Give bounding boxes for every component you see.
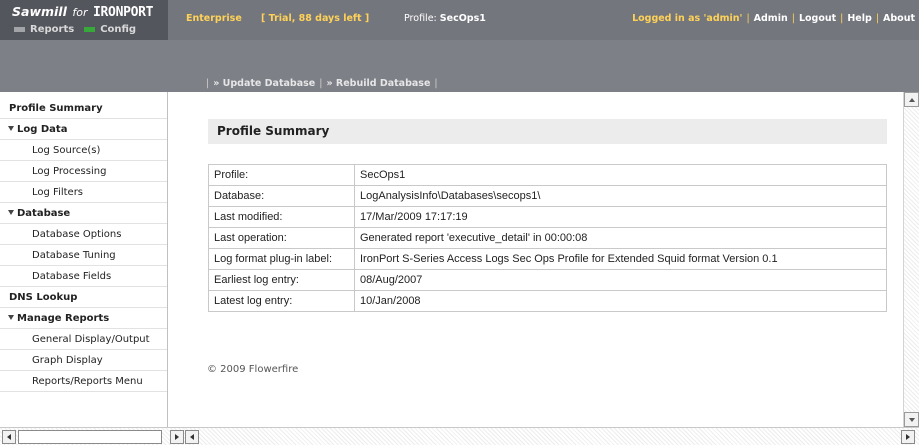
- row-key: Database:: [208, 185, 355, 207]
- row-value: IronPort S-Series Access Logs Sec Ops Pr…: [354, 248, 887, 270]
- sidebar-section-log-data[interactable]: Log Data: [0, 119, 167, 140]
- nav-config[interactable]: Config: [84, 24, 136, 35]
- table-row: Latest log entry: 10/Jan/2008: [208, 290, 887, 312]
- profile-label: Profile:: [404, 13, 437, 24]
- arrow-right-icon: [906, 434, 910, 440]
- database-actions: | » Update Database | » Rebuild Database…: [206, 78, 438, 89]
- sidebar-item-database-options[interactable]: Database Options: [0, 224, 167, 245]
- row-value: 17/Mar/2009 17:17:19: [354, 206, 887, 228]
- table-row: Last operation: Generated report 'execut…: [208, 227, 887, 249]
- sidebar-item-general-display-output[interactable]: General Display/Output: [0, 329, 167, 350]
- table-row: Database: LogAnalysisInfo\Databases\seco…: [208, 185, 887, 207]
- sidebar-horizontal-scrollbar[interactable]: [0, 427, 185, 445]
- user-bar: Logged in as 'admin' | Admin | Logout | Hel…: [632, 13, 915, 24]
- logo-ironport: IRONPORT: [93, 5, 154, 20]
- sidebar-item-log-sources[interactable]: Log Source(s): [0, 140, 167, 161]
- arrow-up-icon: [908, 97, 915, 102]
- update-database-link[interactable]: » Update Database: [213, 78, 315, 89]
- grey-bar-icon: [14, 27, 25, 32]
- logout-link[interactable]: Logout: [799, 13, 836, 24]
- about-link[interactable]: About: [883, 13, 915, 24]
- table-row: Earliest log entry: 08/Aug/2007: [208, 269, 887, 291]
- row-value: Generated report 'executive_detail' in 0…: [354, 227, 887, 249]
- arrow-down-icon: [908, 417, 915, 422]
- sidebar: Profile Summary Log Data Log Source(s) L…: [0, 92, 168, 427]
- sidebar-item-database-tuning[interactable]: Database Tuning: [0, 245, 167, 266]
- trial-status: [ Trial, 88 days left ]: [261, 13, 370, 24]
- logo-for: for: [72, 6, 88, 19]
- action-bar: [0, 40, 919, 92]
- arrow-left-icon: [7, 434, 11, 440]
- sidebar-section-manage-reports[interactable]: Manage Reports: [0, 308, 167, 329]
- logo-panel: Sawmill for IRONPORT Reports Config: [0, 0, 168, 40]
- edition-label: Enterprise: [186, 13, 242, 24]
- sidebar-section-database[interactable]: Database: [0, 203, 167, 224]
- profile-summary-table: Profile: SecOps1 Database: LogAnalysisIn…: [208, 164, 887, 312]
- row-value: LogAnalysisInfo\Databases\secops1\: [354, 185, 887, 207]
- row-key: Last operation:: [208, 227, 355, 249]
- sidebar-item-graph-display[interactable]: Graph Display: [0, 350, 167, 371]
- page-title: Profile Summary: [217, 124, 330, 138]
- table-row: Log format plug-in label: IronPort S-Ser…: [208, 248, 887, 270]
- section-header: Profile Summary: [208, 119, 887, 144]
- logo-sawmill: Sawmill: [12, 4, 67, 19]
- row-key: Profile:: [208, 164, 355, 186]
- arrow-left-icon: [190, 434, 194, 440]
- sidebar-item-reports-menu[interactable]: Reports/Reports Menu: [0, 371, 167, 392]
- sidebar-item-log-filters[interactable]: Log Filters: [0, 182, 167, 203]
- admin-link[interactable]: Admin: [754, 13, 788, 24]
- scroll-right-button[interactable]: [901, 430, 915, 444]
- scroll-thumb[interactable]: [18, 430, 162, 444]
- row-value: 08/Aug/2007: [354, 269, 887, 291]
- scroll-left-button[interactable]: [2, 430, 16, 444]
- table-row: Profile: SecOps1: [208, 164, 887, 186]
- expand-triangle-icon: [8, 126, 14, 131]
- scroll-left-button[interactable]: [185, 430, 199, 444]
- table-row: Last modified: 17/Mar/2009 17:17:19: [208, 206, 887, 228]
- row-key: Log format plug-in label:: [208, 248, 355, 270]
- sidebar-item-dns-lookup[interactable]: DNS Lookup: [0, 287, 167, 308]
- green-bar-icon: [84, 27, 96, 32]
- main-horizontal-scrollbar[interactable]: [185, 427, 919, 445]
- row-key: Last modified:: [208, 206, 355, 228]
- logged-in-text: Logged in as 'admin': [632, 13, 743, 24]
- sidebar-item-log-processing[interactable]: Log Processing: [0, 161, 167, 182]
- profile-name: SecOps1: [439, 13, 486, 24]
- row-value: 10/Jan/2008: [354, 290, 887, 312]
- main-vertical-scrollbar[interactable]: [903, 92, 919, 427]
- help-link[interactable]: Help: [847, 13, 871, 24]
- rebuild-database-link[interactable]: » Rebuild Database: [326, 78, 430, 89]
- top-bar: Sawmill for IRONPORT Reports Config Ente…: [0, 0, 919, 40]
- nav-reports-label: Reports: [30, 24, 75, 35]
- arrow-right-icon: [175, 434, 179, 440]
- nav-reports[interactable]: Reports: [14, 24, 74, 35]
- sidebar-item-database-fields[interactable]: Database Fields: [0, 266, 167, 287]
- row-key: Latest log entry:: [208, 290, 355, 312]
- nav-config-label: Config: [100, 24, 137, 35]
- scroll-up-button[interactable]: [904, 92, 919, 107]
- copyright: © 2009 Flowerfire: [207, 364, 299, 375]
- scroll-right-button[interactable]: [170, 430, 184, 444]
- sidebar-item-profile-summary[interactable]: Profile Summary: [0, 98, 167, 119]
- expand-triangle-icon: [8, 315, 14, 320]
- current-profile: Profile: SecOps1: [404, 13, 486, 24]
- main-content: Profile Summary Profile: SecOps1 Databas…: [169, 92, 903, 427]
- main-nav: Reports Config: [14, 24, 136, 35]
- app-logo: Sawmill for IRONPORT: [12, 4, 154, 20]
- expand-triangle-icon: [8, 210, 14, 215]
- row-value: SecOps1: [354, 164, 887, 186]
- row-key: Earliest log entry:: [208, 269, 355, 291]
- scroll-down-button[interactable]: [904, 412, 919, 427]
